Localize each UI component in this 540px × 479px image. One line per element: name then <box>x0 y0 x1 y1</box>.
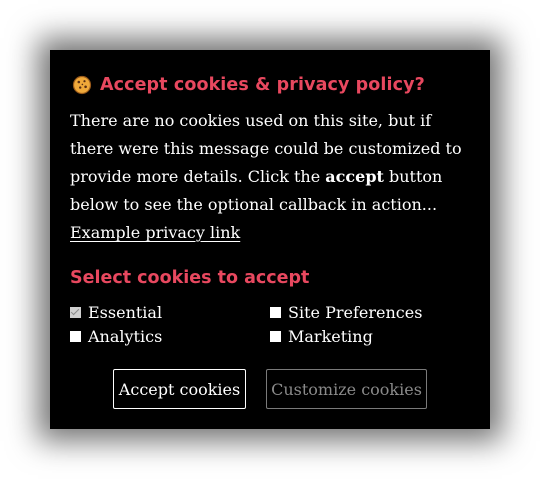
option-analytics[interactable]: Analytics <box>70 325 162 347</box>
page: Accept cookies & privacy policy? There a… <box>0 0 540 479</box>
modal-description: There are no cookies used on this site, … <box>70 107 470 247</box>
essential-checkbox <box>70 306 81 318</box>
site-preferences-checkbox[interactable] <box>270 306 281 318</box>
section-title: Select cookies to accept <box>70 268 310 288</box>
cookie-consent-modal: Accept cookies & privacy policy? There a… <box>50 50 490 429</box>
site-preferences-label: Site Preferences <box>288 302 423 322</box>
accept-cookies-button[interactable]: Accept cookies <box>113 369 246 409</box>
modal-header: Accept cookies & privacy policy? <box>72 73 425 97</box>
option-marketing[interactable]: Marketing <box>270 325 373 347</box>
modal-title: Accept cookies & privacy policy? <box>100 75 425 95</box>
description-bold: accept <box>325 167 384 186</box>
customize-cookies-button[interactable]: Customize cookies <box>266 369 427 409</box>
option-essential: Essential <box>70 301 162 323</box>
marketing-label: Marketing <box>288 326 373 346</box>
cookie-icon <box>72 75 92 95</box>
option-site-preferences[interactable]: Site Preferences <box>270 301 422 323</box>
essential-label: Essential <box>88 302 163 322</box>
marketing-checkbox[interactable] <box>270 330 281 342</box>
analytics-label: Analytics <box>88 326 163 346</box>
analytics-checkbox[interactable] <box>70 330 81 342</box>
privacy-link[interactable]: Example privacy link <box>70 223 240 242</box>
